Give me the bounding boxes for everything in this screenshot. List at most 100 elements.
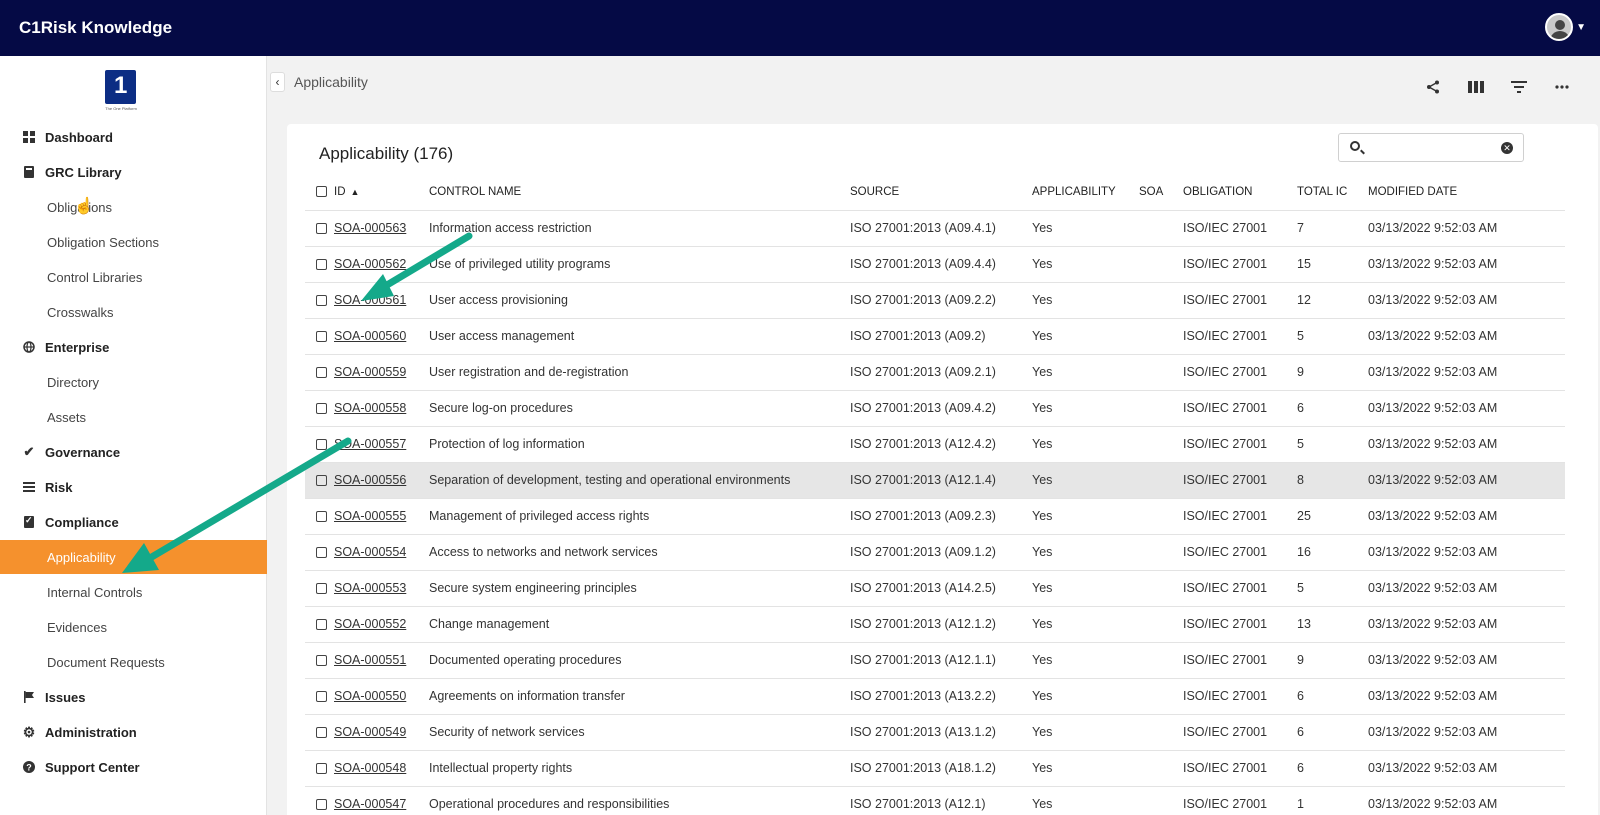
- sidebar-item-directory[interactable]: Directory: [0, 365, 267, 399]
- record-id-link[interactable]: SOA-000563: [334, 221, 406, 235]
- table-row[interactable]: SOA-000553 Secure system engineering prin…: [305, 570, 1565, 607]
- row-checkbox[interactable]: [316, 367, 327, 379]
- cell-text: 03/13/2022 9:52:03 AM: [1368, 617, 1498, 631]
- row-checkbox[interactable]: [316, 511, 327, 523]
- column-header-applicability[interactable]: APPLICABILITY: [1032, 174, 1139, 211]
- caret-down-icon[interactable]: ▼: [1576, 22, 1586, 33]
- table-row[interactable]: SOA-000552 Change management ISO 27001:201…: [305, 606, 1565, 643]
- filter-icon[interactable]: [1510, 78, 1527, 95]
- search-input[interactable]: [1369, 138, 1489, 158]
- table-row[interactable]: SOA-000563 Information access restriction…: [305, 210, 1565, 247]
- table-cell: ISO 27001:2013 (A12.1.2): [850, 606, 1032, 643]
- row-checkbox[interactable]: [316, 223, 327, 235]
- table-row[interactable]: SOA-000548 Intellectual property rights IS…: [305, 750, 1565, 787]
- sidebar-item-crosswalks[interactable]: Crosswalks: [0, 295, 267, 329]
- table-cell: 03/13/2022 9:52:03 AM: [1368, 498, 1565, 535]
- column-header-id[interactable]: ID ▲: [305, 174, 429, 211]
- record-id-link[interactable]: SOA-000551: [334, 653, 406, 667]
- row-checkbox[interactable]: [316, 547, 327, 559]
- table-row[interactable]: SOA-000547 Operational procedures and res…: [305, 786, 1565, 815]
- table-row[interactable]: SOA-000562 Use of privileged utility prog…: [305, 246, 1565, 283]
- more-icon[interactable]: [1553, 78, 1570, 95]
- sidebar-item-document-requests[interactable]: Document Requests: [0, 645, 267, 679]
- cell-text: 03/13/2022 9:52:03 AM: [1368, 653, 1498, 667]
- row-checkbox[interactable]: [316, 799, 327, 811]
- sidebar-item-obligation-sections[interactable]: Obligation Sections: [0, 225, 267, 259]
- column-header-source[interactable]: SOURCE: [850, 174, 1032, 211]
- row-checkbox[interactable]: [316, 259, 327, 271]
- record-id-link[interactable]: SOA-000553: [334, 581, 406, 595]
- row-checkbox[interactable]: [316, 691, 327, 703]
- collapse-sidebar-button[interactable]: ‹: [270, 72, 285, 92]
- search-box[interactable]: ✕: [1338, 133, 1524, 162]
- record-id-link[interactable]: SOA-000552: [334, 617, 406, 631]
- table-row[interactable]: SOA-000555 Management of privileged acces…: [305, 498, 1565, 535]
- record-id-link[interactable]: SOA-000547: [334, 797, 406, 811]
- sidebar-item-compliance[interactable]: Compliance: [0, 505, 267, 539]
- record-id-link[interactable]: SOA-000559: [334, 365, 406, 379]
- row-checkbox[interactable]: [316, 331, 327, 343]
- record-id-link[interactable]: SOA-000554: [334, 545, 406, 559]
- column-header-soa[interactable]: SOA: [1139, 174, 1183, 211]
- logo[interactable]: 1: [105, 70, 136, 104]
- table-cell: 03/13/2022 9:52:03 AM: [1368, 426, 1565, 463]
- table-cell: SOA-000558: [305, 390, 429, 427]
- record-id-link[interactable]: SOA-000561: [334, 293, 406, 307]
- row-checkbox[interactable]: [316, 583, 327, 595]
- table-cell: Protection of log information: [429, 426, 850, 463]
- record-id-link[interactable]: SOA-000557: [334, 437, 406, 451]
- record-id-link[interactable]: SOA-000560: [334, 329, 406, 343]
- record-id-link[interactable]: SOA-000558: [334, 401, 406, 415]
- column-header-obligation[interactable]: OBLIGATION: [1183, 174, 1297, 211]
- sidebar-item-enterprise[interactable]: Enterprise: [0, 330, 267, 364]
- table-row[interactable]: SOA-000556 Separation of development, tes…: [305, 462, 1565, 499]
- sidebar-item-evidences[interactable]: Evidences: [0, 610, 267, 644]
- row-checkbox[interactable]: [316, 763, 327, 775]
- record-id-link[interactable]: SOA-000555: [334, 509, 406, 523]
- row-checkbox[interactable]: [316, 439, 327, 451]
- user-menu[interactable]: ▼: [1545, 13, 1586, 41]
- record-id-link[interactable]: SOA-000550: [334, 689, 406, 703]
- sidebar-item-applicability[interactable]: Applicability: [0, 540, 267, 574]
- row-checkbox[interactable]: [316, 619, 327, 631]
- sidebar-item-governance[interactable]: ✔ Governance: [0, 435, 267, 469]
- record-id-link[interactable]: SOA-000548: [334, 761, 406, 775]
- sidebar-item-internal-controls[interactable]: Internal Controls: [0, 575, 267, 609]
- sidebar-item-assets[interactable]: Assets: [0, 400, 267, 434]
- sidebar-item-risk[interactable]: Risk: [0, 470, 267, 504]
- column-header-total-ic[interactable]: TOTAL IC: [1297, 174, 1368, 211]
- share-icon[interactable]: [1424, 78, 1441, 95]
- table-row[interactable]: SOA-000551 Documented operating procedure…: [305, 642, 1565, 679]
- sidebar-item-support-center[interactable]: ? Support Center: [0, 750, 267, 784]
- select-all-checkbox[interactable]: [316, 186, 327, 198]
- row-checkbox[interactable]: [316, 475, 327, 487]
- clear-search-icon[interactable]: ✕: [1501, 142, 1513, 154]
- sidebar-item-administration[interactable]: ⚙ Administration: [0, 715, 267, 749]
- table-row[interactable]: SOA-000550 Agreements on information tran…: [305, 678, 1565, 715]
- table-row[interactable]: SOA-000558 Secure log-on procedures ISO 27…: [305, 390, 1565, 427]
- record-id-link[interactable]: SOA-000562: [334, 257, 406, 271]
- sidebar-item-issues[interactable]: Issues: [0, 680, 267, 714]
- column-header-modified-date[interactable]: MODIFIED DATE: [1368, 174, 1565, 211]
- sidebar-item-grc-library[interactable]: GRC Library: [0, 155, 267, 189]
- sidebar-item-dashboard[interactable]: Dashboard: [0, 120, 267, 154]
- cell-text: Yes: [1032, 221, 1053, 235]
- avatar[interactable]: [1545, 13, 1574, 41]
- table-row[interactable]: SOA-000557 Protection of log information I…: [305, 426, 1565, 463]
- row-checkbox[interactable]: [316, 403, 327, 415]
- table-row[interactable]: SOA-000561 User access provisioning ISO 27…: [305, 282, 1565, 319]
- row-checkbox[interactable]: [316, 727, 327, 739]
- columns-icon[interactable]: [1467, 78, 1484, 95]
- column-header-control-name[interactable]: CONTROL NAME: [429, 174, 850, 211]
- table-row[interactable]: SOA-000549 Security of network services IS…: [305, 714, 1565, 751]
- table-row[interactable]: SOA-000559 User registration and de-regis…: [305, 354, 1565, 391]
- sort-ascending-icon[interactable]: ▲: [351, 187, 360, 197]
- row-checkbox[interactable]: [316, 295, 327, 307]
- table-row[interactable]: SOA-000560 User access management ISO 2700…: [305, 318, 1565, 355]
- table-row[interactable]: SOA-000554 Access to networks and network…: [305, 534, 1565, 571]
- record-id-link[interactable]: SOA-000549: [334, 725, 406, 739]
- record-id-link[interactable]: SOA-000556: [334, 473, 406, 487]
- sidebar-item-obligations[interactable]: Obligations: [0, 190, 267, 224]
- sidebar-item-control-libraries[interactable]: Control Libraries: [0, 260, 267, 294]
- row-checkbox[interactable]: [316, 655, 327, 667]
